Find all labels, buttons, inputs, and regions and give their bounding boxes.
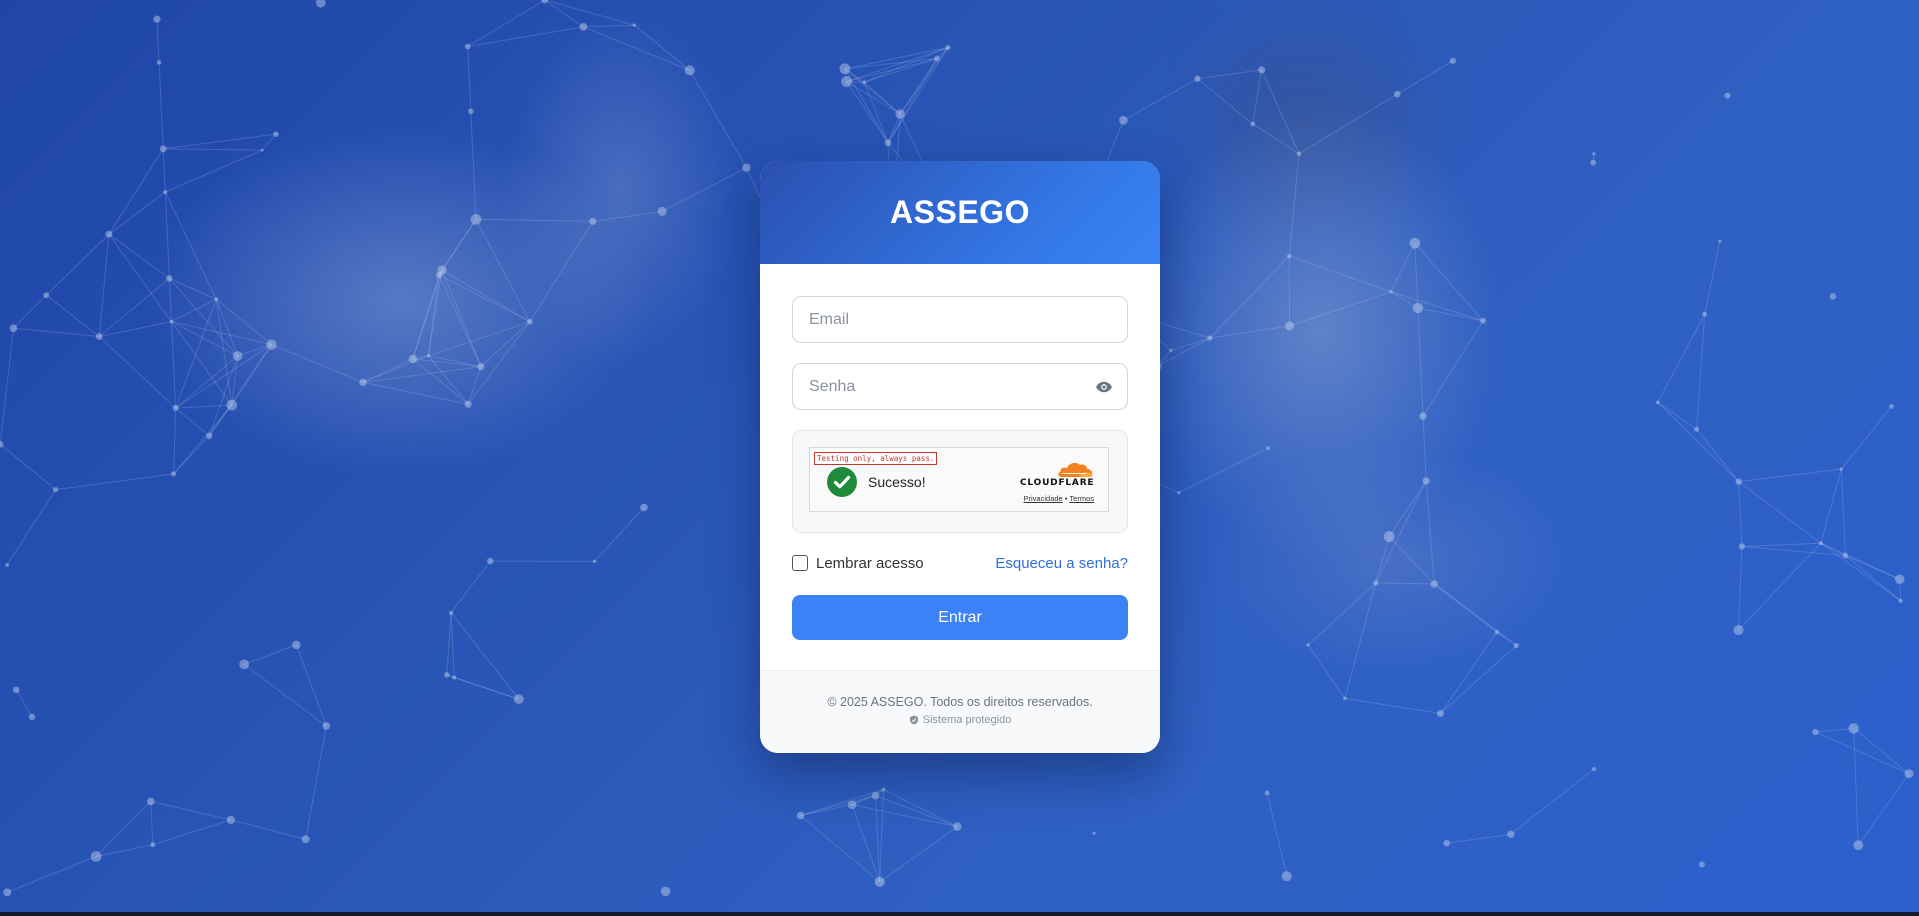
- secure-text: Sistema protegido: [922, 714, 1012, 726]
- bottom-strip: [0, 912, 1919, 916]
- cloudflare-links: Privacidade • Termos: [1024, 494, 1094, 503]
- email-field-wrapper: [792, 296, 1128, 343]
- cloudflare-logo: CLOUDFLARE: [1020, 460, 1094, 488]
- card-footer: © 2025 ASSEGO. Todos os direitos reserva…: [760, 670, 1160, 753]
- remember-me[interactable]: Lembrar acesso: [792, 555, 924, 572]
- cloudflare-cloud-icon: [1058, 462, 1093, 477]
- login-button[interactable]: Entrar: [792, 595, 1128, 640]
- login-card: ASSEGO Testing only, always pass.: [760, 161, 1160, 753]
- check-circle-icon: [827, 467, 857, 497]
- privacy-link[interactable]: Privacidade: [1024, 494, 1063, 503]
- password-field[interactable]: [809, 364, 1111, 409]
- terms-link[interactable]: Termos: [1069, 494, 1094, 503]
- email-field[interactable]: [809, 297, 1111, 342]
- password-field-wrapper: [792, 363, 1128, 410]
- captcha-status-text: Sucesso!: [868, 474, 926, 490]
- turnstile-widget[interactable]: Testing only, always pass. Sucesso! CLOU…: [809, 447, 1109, 512]
- testing-notice: Testing only, always pass.: [814, 452, 938, 465]
- copyright-text: © 2025 ASSEGO. Todos os direitos reserva…: [827, 695, 1093, 709]
- card-header: ASSEGO: [760, 161, 1160, 264]
- captcha-container: Testing only, always pass. Sucesso! CLOU…: [792, 430, 1128, 533]
- cloudflare-wordmark: CLOUDFLARE: [1020, 478, 1095, 488]
- shield-icon: [909, 715, 918, 725]
- secure-badge: Sistema protegido: [760, 714, 1160, 726]
- remember-checkbox[interactable]: [792, 555, 808, 571]
- brand-title: ASSEGO: [890, 194, 1030, 230]
- remember-label: Lembrar acesso: [816, 554, 924, 572]
- eye-icon[interactable]: [1095, 378, 1113, 396]
- options-row: Lembrar acesso Esqueceu a senha?: [792, 553, 1128, 573]
- login-form: Testing only, always pass. Sucesso! CLOU…: [760, 264, 1160, 640]
- forgot-password-link[interactable]: Esqueceu a senha?: [995, 555, 1128, 572]
- link-separator: •: [1064, 494, 1068, 503]
